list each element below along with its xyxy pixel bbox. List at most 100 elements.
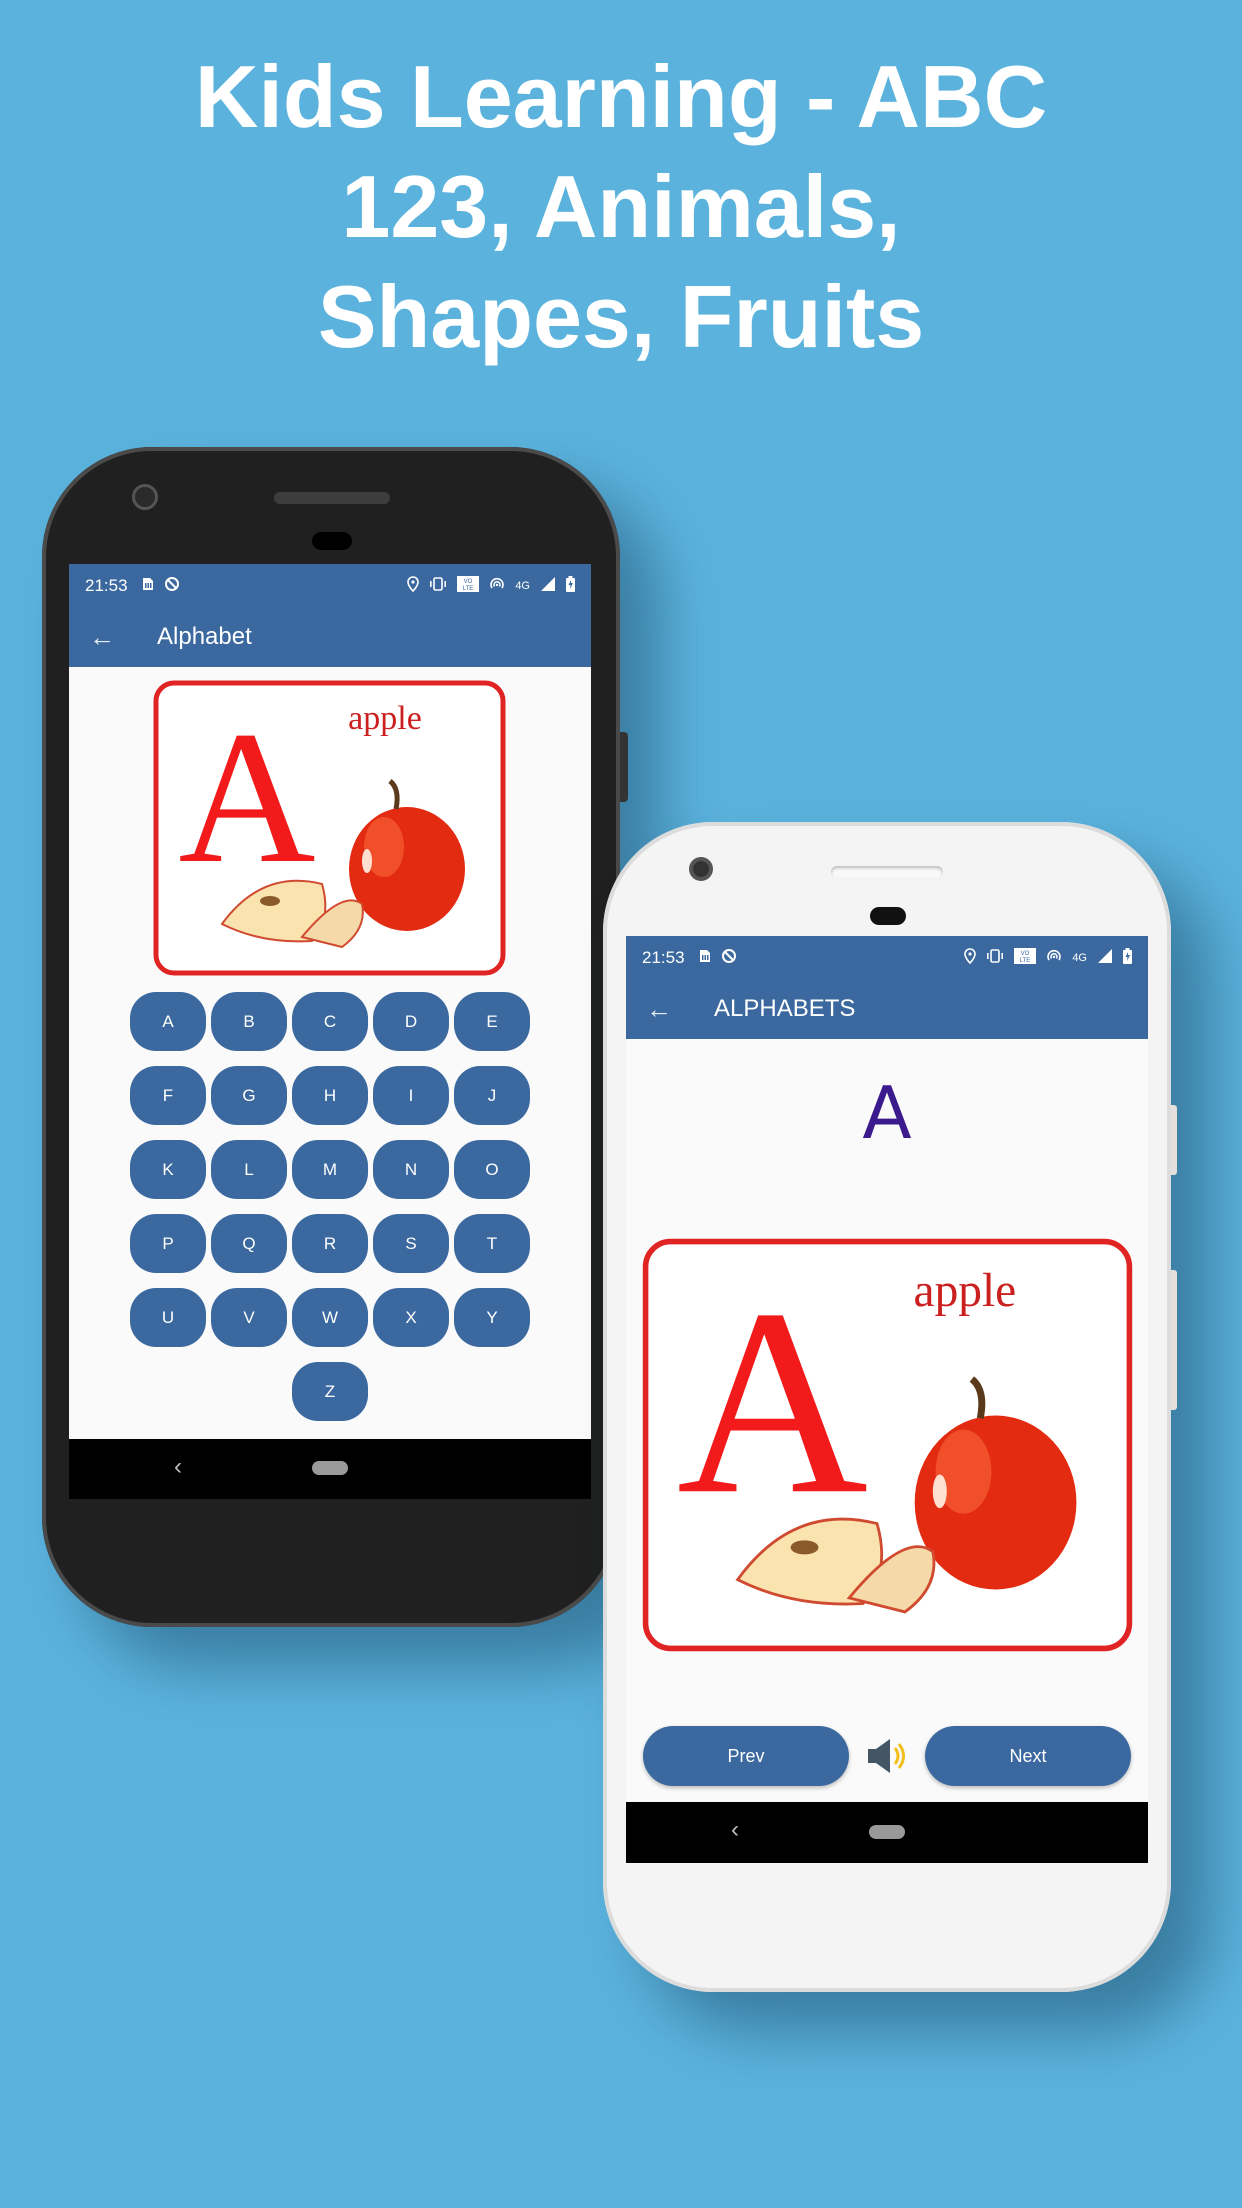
app-bar: ← Alphabet bbox=[69, 607, 591, 667]
volte-icon: VO LTE bbox=[1014, 948, 1037, 967]
network-4g-icon: 4G bbox=[1072, 951, 1087, 964]
letter-row: K L M N O bbox=[129, 1140, 531, 1199]
phone-earpiece bbox=[870, 907, 906, 925]
letter-button-v[interactable]: V bbox=[211, 1288, 287, 1347]
card-word: apple bbox=[348, 700, 422, 737]
front-camera bbox=[689, 857, 713, 881]
back-arrow-icon[interactable]: ← bbox=[89, 622, 129, 653]
letter-button-o[interactable]: O bbox=[454, 1140, 530, 1199]
svg-text:VO: VO bbox=[1021, 951, 1030, 957]
phone-speaker-grille bbox=[274, 492, 390, 504]
letter-button-i[interactable]: I bbox=[373, 1066, 449, 1125]
navigation-controls: Prev Next bbox=[643, 1726, 1131, 1786]
status-bar: 21:53 VO LTE 4G bbox=[626, 936, 1148, 979]
letter-button-q[interactable]: Q bbox=[211, 1214, 287, 1273]
next-button[interactable]: Next bbox=[925, 1726, 1131, 1786]
letter-button-grid: A B C D E F G H I J K L M N O P Q R S T … bbox=[129, 992, 531, 1436]
apple-flashcard-illustration: A apple bbox=[642, 1238, 1133, 1652]
letter-row: Z bbox=[129, 1362, 531, 1421]
signal-icon bbox=[1097, 948, 1113, 967]
status-time: 21:53 bbox=[642, 947, 685, 967]
back-arrow-icon[interactable]: ← bbox=[646, 994, 686, 1025]
alphabet-screen: 21:53 VO LTE 4G ← Alphabet A apple A B C… bbox=[69, 564, 591, 1439]
letter-button-z[interactable]: Z bbox=[292, 1362, 368, 1421]
alphabet-flashcard-image: A apple bbox=[152, 679, 507, 977]
nav-home-pill[interactable] bbox=[312, 1461, 348, 1475]
letter-button-k[interactable]: K bbox=[130, 1140, 206, 1199]
phone-white-frame: 21:53 VO LTE 4G ← ALPHABETS A A apple Pr… bbox=[603, 822, 1177, 1992]
letter-button-j[interactable]: J bbox=[454, 1066, 530, 1125]
headline-line-3: Shapes, Fruits bbox=[317, 267, 925, 366]
screen-title: Alphabet bbox=[157, 623, 252, 650]
headline-line-1: Kids Learning - ABC bbox=[194, 47, 1048, 146]
location-icon bbox=[407, 576, 420, 595]
svg-text:LTE: LTE bbox=[1020, 958, 1031, 964]
svg-text:LTE: LTE bbox=[463, 586, 474, 592]
letter-button-d[interactable]: D bbox=[373, 992, 449, 1051]
dnd-off-icon bbox=[164, 576, 180, 596]
letter-row: P Q R S T bbox=[129, 1214, 531, 1273]
prev-button[interactable]: Prev bbox=[643, 1726, 849, 1786]
letter-button-x[interactable]: X bbox=[373, 1288, 449, 1347]
speaker-icon[interactable] bbox=[849, 1733, 925, 1779]
hotspot-icon bbox=[1046, 949, 1062, 966]
location-icon bbox=[964, 948, 977, 967]
front-camera bbox=[132, 484, 158, 510]
phone-volume-button bbox=[1171, 1270, 1177, 1410]
vibrate-icon bbox=[986, 949, 1004, 966]
card-letter: A bbox=[178, 693, 315, 903]
letter-button-a[interactable]: A bbox=[130, 992, 206, 1051]
letter-button-m[interactable]: M bbox=[292, 1140, 368, 1199]
sim-icon bbox=[140, 576, 156, 596]
alphabets-detail-screen: 21:53 VO LTE 4G ← ALPHABETS A A apple Pr… bbox=[626, 936, 1148, 1802]
letter-button-f[interactable]: F bbox=[130, 1066, 206, 1125]
svg-text:VO: VO bbox=[464, 579, 473, 585]
phone-dark-frame: 21:53 VO LTE 4G ← Alphabet A apple A B C… bbox=[42, 447, 628, 1627]
status-bar: 21:53 VO LTE 4G bbox=[69, 564, 591, 607]
system-nav-bar: ‹ bbox=[626, 1802, 1148, 1863]
headline-line-2: 123, Animals, bbox=[341, 157, 901, 256]
letter-button-s[interactable]: S bbox=[373, 1214, 449, 1273]
status-time: 21:53 bbox=[85, 575, 128, 595]
alphabet-flashcard-image: A apple bbox=[640, 1236, 1135, 1654]
phone-earpiece bbox=[312, 532, 352, 550]
nav-back-icon[interactable]: ‹ bbox=[174, 1453, 182, 1481]
letter-button-p[interactable]: P bbox=[130, 1214, 206, 1273]
volte-icon: VO LTE bbox=[457, 576, 480, 595]
current-letter: A bbox=[862, 1071, 912, 1155]
phone-power-button bbox=[1171, 1105, 1177, 1175]
letter-button-b[interactable]: B bbox=[211, 992, 287, 1051]
card-word: apple bbox=[914, 1265, 1017, 1317]
letter-button-n[interactable]: N bbox=[373, 1140, 449, 1199]
apple-flashcard-illustration: A apple bbox=[153, 680, 506, 976]
vibrate-icon bbox=[429, 577, 447, 594]
letter-button-u[interactable]: U bbox=[130, 1288, 206, 1347]
promo-headline: Kids Learning - ABC 123, Animals, Shapes… bbox=[0, 42, 1242, 372]
signal-icon bbox=[540, 576, 556, 595]
nav-home-pill[interactable] bbox=[869, 1825, 905, 1839]
letter-button-h[interactable]: H bbox=[292, 1066, 368, 1125]
hotspot-icon bbox=[489, 577, 505, 594]
letter-button-y[interactable]: Y bbox=[454, 1288, 530, 1347]
network-4g-icon: 4G bbox=[515, 579, 530, 592]
letter-button-w[interactable]: W bbox=[292, 1288, 368, 1347]
card-letter: A bbox=[677, 1255, 868, 1550]
letter-button-l[interactable]: L bbox=[211, 1140, 287, 1199]
letter-row: U V W X Y bbox=[129, 1288, 531, 1347]
status-icons-right: VO LTE 4G bbox=[964, 948, 1132, 967]
letter-button-g[interactable]: G bbox=[211, 1066, 287, 1125]
letter-button-t[interactable]: T bbox=[454, 1214, 530, 1273]
phone-side-button bbox=[620, 732, 628, 802]
system-nav-bar: ‹ bbox=[69, 1439, 591, 1499]
letter-button-r[interactable]: R bbox=[292, 1214, 368, 1273]
letter-button-e[interactable]: E bbox=[454, 992, 530, 1051]
letter-row: F G H I J bbox=[129, 1066, 531, 1125]
sim-icon bbox=[697, 948, 713, 968]
letter-button-c[interactable]: C bbox=[292, 992, 368, 1051]
battery-charging-icon bbox=[1123, 948, 1132, 967]
nav-back-icon[interactable]: ‹ bbox=[731, 1816, 739, 1844]
dnd-off-icon bbox=[721, 948, 737, 968]
screen-title: ALPHABETS bbox=[714, 995, 856, 1022]
phone-speaker-grille bbox=[831, 866, 943, 878]
letter-row: A B C D E bbox=[129, 992, 531, 1051]
